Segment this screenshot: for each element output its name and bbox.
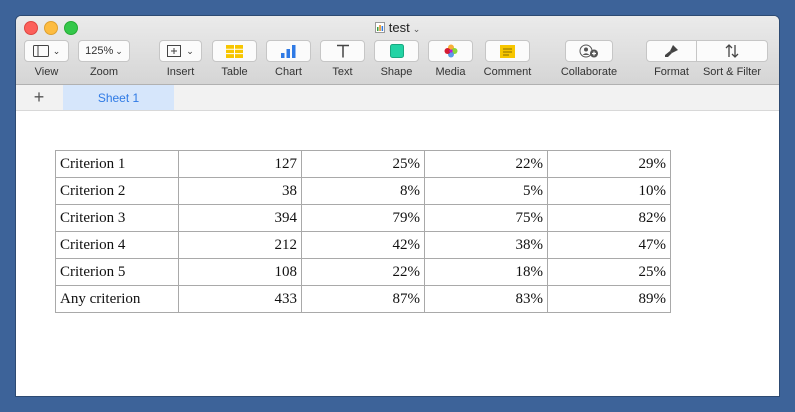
data-table[interactable]: Criterion 1 127 25% 22% 29% Criterion 2 38 8% 5%… [55, 150, 671, 313]
media-button[interactable] [428, 40, 473, 62]
table-row: Criterion 1 127 25% 22% 29% [55, 150, 671, 178]
value-cell[interactable]: 82% [547, 204, 671, 232]
comment-button[interactable] [485, 40, 530, 62]
value-cell[interactable]: 29% [547, 150, 671, 178]
app-window: test ⌄ ⌄ View 125% ⌄ Zoom ⌄ Insert Table… [16, 16, 779, 396]
value-cell[interactable]: 22% [424, 150, 548, 178]
value-cell[interactable]: 433 [178, 285, 302, 313]
text-label: Text [332, 66, 353, 78]
add-sheet-button[interactable]: + [16, 85, 62, 110]
shape-label: Shape [380, 66, 413, 78]
value-cell[interactable]: 42% [301, 231, 425, 259]
view-button[interactable]: ⌄ [24, 40, 69, 62]
comment-icon [500, 44, 515, 58]
chevron-down-icon: ⌄ [412, 24, 421, 34]
row-label-cell[interactable]: Any criterion [55, 285, 179, 313]
table-row: Any criterion 433 87% 83% 89% [55, 285, 671, 313]
value-cell[interactable]: 25% [547, 258, 671, 286]
row-label-cell[interactable]: Criterion 3 [55, 204, 179, 232]
value-cell[interactable]: 83% [424, 285, 548, 313]
text-button[interactable] [320, 40, 365, 62]
chevron-down-icon: ⌄ [52, 45, 61, 56]
chevron-down-icon: ⌄ [186, 45, 194, 56]
numbers-doc-icon [374, 22, 385, 33]
document-title: test [388, 20, 410, 35]
value-cell[interactable]: 25% [301, 150, 425, 178]
sheet-tab-bar: + Sheet 1 [16, 85, 779, 111]
shape-icon [389, 44, 404, 58]
zoom-label: Zoom [89, 66, 119, 78]
value-cell[interactable]: 79% [301, 204, 425, 232]
value-cell[interactable]: 22% [301, 258, 425, 286]
format-button[interactable] [646, 40, 697, 62]
value-cell[interactable]: 394 [178, 204, 302, 232]
value-cell[interactable]: 127 [178, 150, 302, 178]
table-row: Criterion 4 212 42% 38% 47% [55, 231, 671, 259]
document-title-menu[interactable]: test ⌄ [16, 20, 779, 35]
chart-icon [281, 44, 296, 58]
value-cell[interactable]: 47% [547, 231, 671, 259]
value-cell[interactable]: 212 [178, 231, 302, 259]
collaborate-icon [579, 44, 598, 58]
titlebar-toolbar: test ⌄ ⌄ View 125% ⌄ Zoom ⌄ Insert Table… [16, 16, 779, 85]
table-row: Criterion 2 38 8% 5% 10% [55, 177, 671, 205]
view-label: View [34, 66, 59, 78]
value-cell[interactable]: 89% [547, 285, 671, 313]
sort-arrows-icon [725, 44, 739, 58]
table-icon [226, 44, 243, 58]
text-icon [336, 44, 349, 58]
shape-button[interactable] [374, 40, 419, 62]
sort-filter-button[interactable] [696, 40, 768, 62]
table-row: Criterion 5 108 22% 18% 25% [55, 258, 671, 286]
row-label-cell[interactable]: Criterion 5 [55, 258, 179, 286]
value-cell[interactable]: 38% [424, 231, 548, 259]
zoom-select[interactable]: 125% ⌄ [78, 40, 130, 62]
chart-label: Chart [275, 66, 302, 78]
value-cell[interactable]: 5% [424, 177, 548, 205]
row-label-cell[interactable]: Criterion 1 [55, 150, 179, 178]
zoom-value: 125% [85, 45, 114, 57]
value-cell[interactable]: 18% [424, 258, 548, 286]
row-label-cell[interactable]: Criterion 4 [55, 231, 179, 259]
media-photos-icon [444, 44, 457, 58]
tab-sheet-1[interactable]: Sheet 1 [63, 85, 174, 110]
insert-label: Insert [166, 66, 195, 78]
chart-button[interactable] [266, 40, 311, 62]
format-brush-icon [665, 45, 678, 57]
table-label: Table [221, 66, 248, 78]
value-cell[interactable]: 38 [178, 177, 302, 205]
value-cell[interactable]: 87% [301, 285, 425, 313]
format-label: Format [654, 66, 689, 78]
comment-label: Comment [483, 66, 532, 78]
value-cell[interactable]: 8% [301, 177, 425, 205]
value-cell[interactable]: 10% [547, 177, 671, 205]
sheet-canvas: Criterion 1 127 25% 22% 29% Criterion 2 38 8% 5%… [16, 111, 779, 396]
collaborate-label: Collaborate [560, 66, 618, 78]
collaborate-button[interactable] [565, 40, 613, 62]
insert-button[interactable]: ⌄ [159, 40, 202, 62]
sidebar-view-icon [32, 45, 49, 57]
sort-filter-label: Sort & Filter [702, 66, 762, 78]
insert-icon [167, 45, 182, 57]
table-button[interactable] [212, 40, 257, 62]
chevron-down-icon: ⌄ [115, 45, 123, 56]
media-label: Media [435, 66, 466, 78]
value-cell[interactable]: 108 [178, 258, 302, 286]
value-cell[interactable]: 75% [424, 204, 548, 232]
table-row: Criterion 3 394 79% 75% 82% [55, 204, 671, 232]
row-label-cell[interactable]: Criterion 2 [55, 177, 179, 205]
